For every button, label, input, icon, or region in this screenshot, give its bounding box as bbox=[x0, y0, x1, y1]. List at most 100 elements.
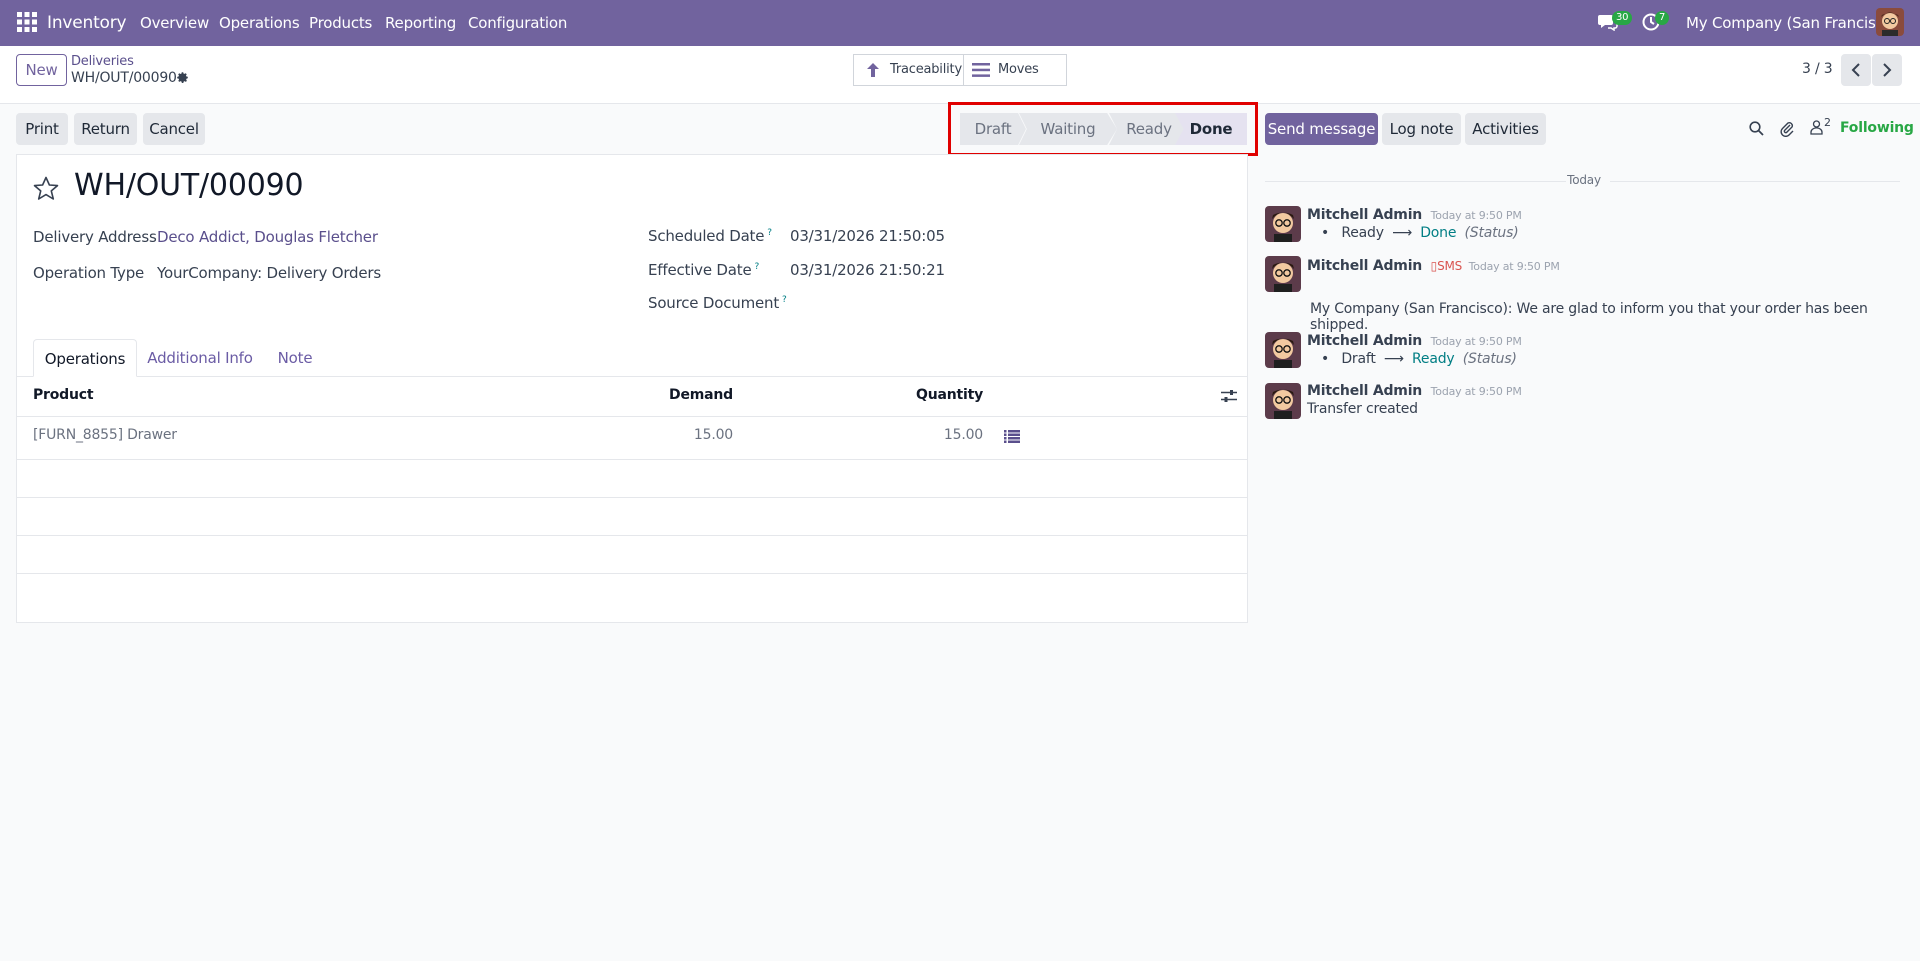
company-switcher[interactable]: My Company (San Francisco) bbox=[1686, 0, 1898, 46]
bars-icon bbox=[972, 63, 990, 77]
followers-count: 2 bbox=[1824, 116, 1831, 129]
menu-reporting[interactable]: Reporting bbox=[385, 0, 456, 46]
tracking-new-value: Done bbox=[1420, 225, 1457, 241]
tracking-field: (Status) bbox=[1464, 225, 1519, 241]
message-header: Mitchell Admin Today at 9:50 PM bbox=[1307, 331, 1522, 349]
new-button[interactable]: New bbox=[16, 54, 67, 86]
gear-icon[interactable] bbox=[176, 71, 189, 84]
bullet: • bbox=[1321, 225, 1330, 241]
effective-date-value[interactable]: 03/31/2026 21:50:21 bbox=[790, 261, 945, 279]
bullet: • bbox=[1321, 351, 1330, 367]
traceability-smart-button[interactable]: Traceability bbox=[853, 54, 964, 86]
row-divider bbox=[17, 497, 1247, 498]
operation-type-label: Operation Type bbox=[33, 264, 145, 282]
date-separator: Today bbox=[1567, 173, 1601, 187]
avatar[interactable] bbox=[1265, 332, 1301, 368]
avatar[interactable] bbox=[1265, 206, 1301, 242]
help-icon: ? bbox=[767, 228, 772, 238]
arrow-up-icon bbox=[866, 62, 880, 78]
tracking-value: • Draft ⟶ Ready (Status) bbox=[1321, 351, 1517, 367]
menu-products[interactable]: Products bbox=[309, 0, 372, 46]
sms-badge: ▯SMS bbox=[1430, 259, 1463, 273]
help-icon: ? bbox=[754, 262, 760, 272]
message-body: My Company (San Francisco): We are glad … bbox=[1310, 301, 1868, 333]
menu-overview[interactable]: Overview bbox=[140, 0, 209, 46]
messages-badge: 30 bbox=[1612, 11, 1633, 25]
row-divider bbox=[17, 459, 1247, 460]
date-divider-right bbox=[1610, 181, 1900, 182]
send-message-button[interactable]: Send message bbox=[1265, 113, 1378, 145]
following-button[interactable]: Following bbox=[1840, 120, 1914, 136]
tab-additional-info[interactable]: Additional Info bbox=[143, 339, 257, 377]
arrow-right-icon: ⟶ bbox=[1383, 351, 1404, 367]
tracking-old-value: Draft bbox=[1341, 351, 1376, 367]
row-demand: 15.00 bbox=[693, 427, 733, 443]
pager-previous-button[interactable] bbox=[1841, 54, 1871, 86]
row-quantity[interactable]: 15.00 bbox=[880, 427, 983, 443]
search-icon[interactable] bbox=[1749, 121, 1764, 136]
message-body: Transfer created bbox=[1307, 401, 1418, 417]
message-author[interactable]: Mitchell Admin bbox=[1307, 258, 1422, 274]
log-note-button[interactable]: Log note bbox=[1382, 113, 1461, 145]
message-header: Mitchell Admin ▯SMS Today at 9:50 PM bbox=[1307, 256, 1560, 274]
apps-menu-icon[interactable] bbox=[17, 12, 37, 32]
tracking-new-value: Ready bbox=[1412, 351, 1455, 367]
breadcrumb-parent[interactable]: Deliveries bbox=[71, 54, 134, 69]
paperclip-icon[interactable] bbox=[1780, 120, 1794, 137]
menu-configuration[interactable]: Configuration bbox=[468, 0, 567, 46]
message-author[interactable]: Mitchell Admin bbox=[1307, 383, 1422, 399]
column-header-product[interactable]: Product bbox=[33, 387, 94, 403]
top-navbar: Inventory Overview Operations Products R… bbox=[0, 0, 1920, 46]
record-title: WH/OUT/00090 bbox=[74, 168, 304, 203]
activities-button[interactable]: Activities bbox=[1465, 113, 1546, 145]
moves-label: Moves bbox=[998, 62, 1039, 77]
delivery-address-link[interactable]: Deco Addict, Douglas Fletcher bbox=[157, 228, 378, 246]
tab-note[interactable]: Note bbox=[266, 339, 324, 377]
source-document-label: Source Document? bbox=[648, 294, 787, 312]
moves-smart-button[interactable]: Moves bbox=[963, 54, 1067, 86]
print-button[interactable]: Print bbox=[16, 113, 68, 145]
return-button[interactable]: Return bbox=[74, 113, 137, 145]
followers-icon[interactable] bbox=[1810, 120, 1823, 135]
activities-badge: 7 bbox=[1655, 11, 1670, 25]
cancel-button[interactable]: Cancel bbox=[143, 113, 205, 145]
avatar[interactable] bbox=[1265, 256, 1301, 292]
message-time: Today at 9:50 PM bbox=[1468, 260, 1560, 273]
message-header: Mitchell Admin Today at 9:50 PM bbox=[1307, 205, 1522, 223]
delivery-address-label: Delivery Address bbox=[33, 228, 157, 246]
pager-value[interactable]: 3 / 3 bbox=[1802, 61, 1833, 77]
effective-date-label: Effective Date? bbox=[648, 261, 760, 279]
avatar[interactable] bbox=[1265, 383, 1301, 419]
tracking-old-value: Ready bbox=[1341, 225, 1384, 241]
column-header-demand[interactable]: Demand bbox=[640, 387, 733, 403]
app-name[interactable]: Inventory bbox=[47, 0, 127, 46]
message-author[interactable]: Mitchell Admin bbox=[1307, 333, 1422, 349]
chevron-right-icon bbox=[1883, 63, 1892, 77]
favorite-star-icon[interactable] bbox=[33, 176, 59, 201]
optional-columns-icon[interactable] bbox=[1221, 389, 1237, 403]
table-row[interactable]: [FURN_8855] Drawer 15.00 15.00 bbox=[17, 417, 1247, 459]
tracking-value: • Ready ⟶ Done (Status) bbox=[1321, 225, 1519, 241]
menu-operations[interactable]: Operations bbox=[219, 0, 300, 46]
message-time: Today at 9:50 PM bbox=[1430, 385, 1522, 398]
pager-next-button[interactable] bbox=[1872, 54, 1902, 86]
message-time: Today at 9:50 PM bbox=[1430, 335, 1522, 348]
detailed-operations-list-icon[interactable] bbox=[1004, 430, 1020, 443]
traceability-label: Traceability bbox=[890, 62, 962, 77]
user-avatar[interactable] bbox=[1876, 8, 1904, 36]
breadcrumb-current: WH/OUT/00090 bbox=[71, 70, 177, 86]
form-sheet bbox=[16, 154, 1248, 623]
operation-type-value[interactable]: YourCompany: Delivery Orders bbox=[157, 264, 381, 282]
column-header-quantity[interactable]: Quantity bbox=[880, 387, 983, 403]
help-icon: ? bbox=[782, 295, 787, 305]
message-author[interactable]: Mitchell Admin bbox=[1307, 207, 1422, 223]
row-product[interactable]: [FURN_8855] Drawer bbox=[33, 427, 177, 443]
chevron-left-icon bbox=[1851, 63, 1860, 77]
row-divider bbox=[17, 535, 1247, 536]
tracking-field: (Status) bbox=[1462, 351, 1517, 367]
scheduled-date-label: Scheduled Date? bbox=[648, 227, 772, 245]
scheduled-date-value[interactable]: 03/31/2026 21:50:05 bbox=[790, 227, 945, 245]
tab-operations[interactable]: Operations bbox=[33, 339, 137, 377]
arrow-right-icon: ⟶ bbox=[1392, 225, 1412, 241]
date-divider-left bbox=[1265, 181, 1566, 182]
